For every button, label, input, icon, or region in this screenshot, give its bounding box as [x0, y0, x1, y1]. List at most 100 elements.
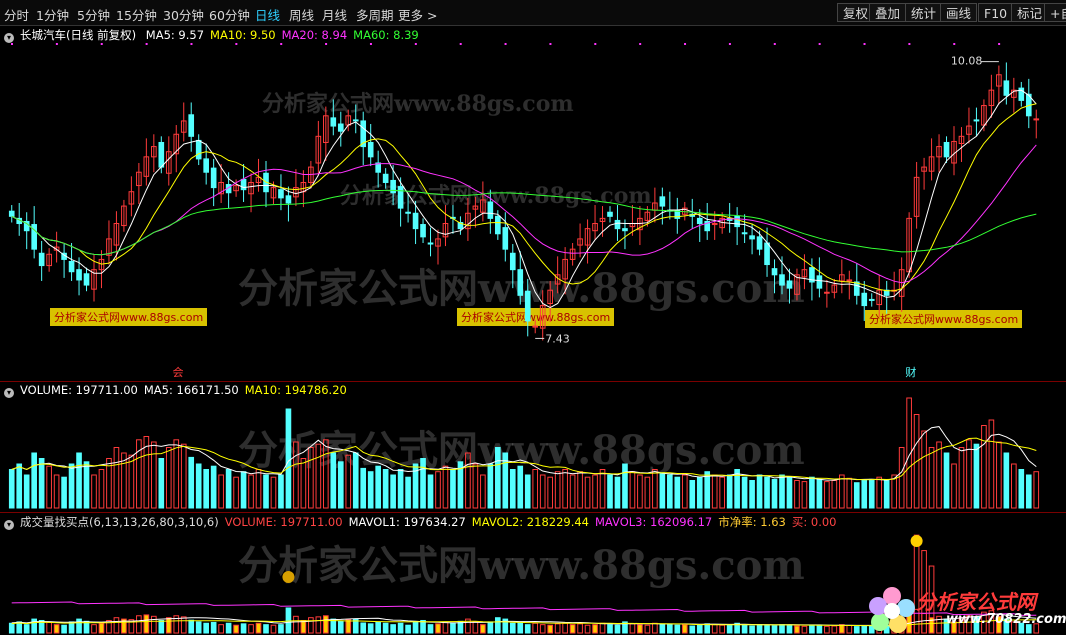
volume-bar	[711, 474, 718, 509]
candle-body	[764, 242, 770, 266]
volume-bar	[629, 471, 636, 509]
candle-body	[659, 196, 666, 207]
indicator-bar	[180, 616, 187, 634]
volume-bar	[981, 425, 987, 509]
volume-bar	[263, 474, 269, 509]
candle-body	[427, 242, 434, 245]
indicator-bar	[472, 621, 479, 634]
volume-bar	[943, 452, 950, 509]
indicator-bar	[427, 624, 434, 634]
event-dot	[998, 43, 1001, 45]
volume-bar	[547, 476, 553, 509]
indicator-bar	[136, 615, 142, 634]
volume-bar	[188, 456, 195, 509]
volume-bar	[240, 471, 247, 509]
volume-bar	[652, 469, 658, 509]
candle-body	[614, 219, 621, 230]
volume-ma5-line	[11, 426, 1037, 481]
indicator-bar	[562, 622, 568, 634]
volume-bar	[442, 465, 449, 509]
indicator-bar	[151, 615, 157, 634]
volume-bar	[741, 476, 748, 509]
indicator-bar	[405, 624, 411, 634]
ma60-line	[11, 189, 1037, 256]
event-dot	[953, 43, 956, 45]
candle-body	[495, 215, 501, 235]
volume-bar	[898, 447, 905, 509]
volume-bar	[435, 471, 441, 509]
indicator-bar	[741, 624, 748, 634]
indicator-bar	[31, 618, 37, 634]
candle-body	[203, 158, 209, 173]
candle-body	[741, 232, 748, 235]
volume-bar	[195, 463, 202, 509]
logo-url: www.70822.com	[946, 612, 1066, 627]
volume-bar	[689, 480, 696, 509]
volume-bar	[517, 465, 524, 509]
volume-bar	[996, 441, 1002, 509]
indicator-bar	[846, 624, 853, 634]
candle-body	[195, 139, 202, 160]
volume-bar	[951, 463, 957, 509]
volume-bar	[472, 463, 479, 509]
volume-bar	[323, 439, 329, 509]
volume-bar	[367, 471, 374, 509]
volume-bar	[158, 458, 165, 509]
indicator-bar	[53, 624, 60, 634]
indicator-bar	[240, 623, 247, 634]
site-logo: 分析家公式网 www.70822.com	[866, 584, 1066, 634]
volume-bar	[539, 474, 546, 509]
indicator-bar	[652, 622, 658, 634]
indicator-bar	[397, 622, 404, 634]
volume-bar	[487, 463, 494, 509]
volume-bar	[1018, 469, 1025, 509]
volume-bar	[151, 441, 157, 509]
volume-bar	[285, 408, 292, 509]
indicator-bar	[517, 621, 524, 634]
indicator-bar	[270, 624, 277, 634]
stock-chart[interactable]: 10.08 7.43 会 财	[0, 0, 1066, 635]
volume-bar	[53, 474, 60, 509]
volume-bar	[779, 474, 785, 509]
indicator-bar	[831, 625, 838, 634]
candle-body	[786, 280, 793, 289]
event-dot	[684, 43, 687, 45]
volume-bar	[973, 443, 980, 509]
indicator-bar	[480, 624, 486, 634]
candle-body	[420, 224, 426, 238]
volume-bar	[868, 478, 875, 509]
volume-bar	[397, 469, 404, 509]
volume-bar	[165, 447, 172, 509]
volume-bar	[113, 447, 120, 509]
indicator-bar	[390, 624, 396, 634]
volume-bar	[225, 469, 232, 509]
volume-bar	[958, 447, 965, 509]
volume-bar	[637, 474, 643, 509]
indicator-bar	[681, 624, 688, 634]
indicator-bar	[719, 624, 725, 634]
candle-body	[397, 186, 404, 209]
volume-bar	[659, 472, 666, 509]
indicator-bar	[195, 621, 202, 634]
money-bag-icon	[282, 571, 295, 583]
volume-bar	[824, 481, 830, 509]
volume-bar	[622, 463, 628, 509]
volume-bar	[345, 454, 352, 509]
volume-bar	[293, 441, 299, 509]
candle-body	[38, 252, 45, 267]
indicator-bar	[524, 624, 531, 634]
volume-bar	[839, 474, 845, 509]
indicator-bar	[726, 624, 733, 634]
volume-bar	[31, 452, 37, 509]
volume-bar	[255, 469, 262, 509]
candle-body	[76, 269, 82, 281]
volume-bar	[180, 443, 187, 509]
high-price-label: 10.08	[951, 55, 983, 68]
indicator-bar	[278, 624, 284, 634]
indicator-bar	[696, 624, 703, 634]
volume-bar	[270, 476, 277, 509]
candle-body	[8, 210, 15, 217]
event-dot	[504, 43, 507, 45]
indicator-bar	[248, 624, 254, 634]
candle-body	[330, 117, 337, 127]
